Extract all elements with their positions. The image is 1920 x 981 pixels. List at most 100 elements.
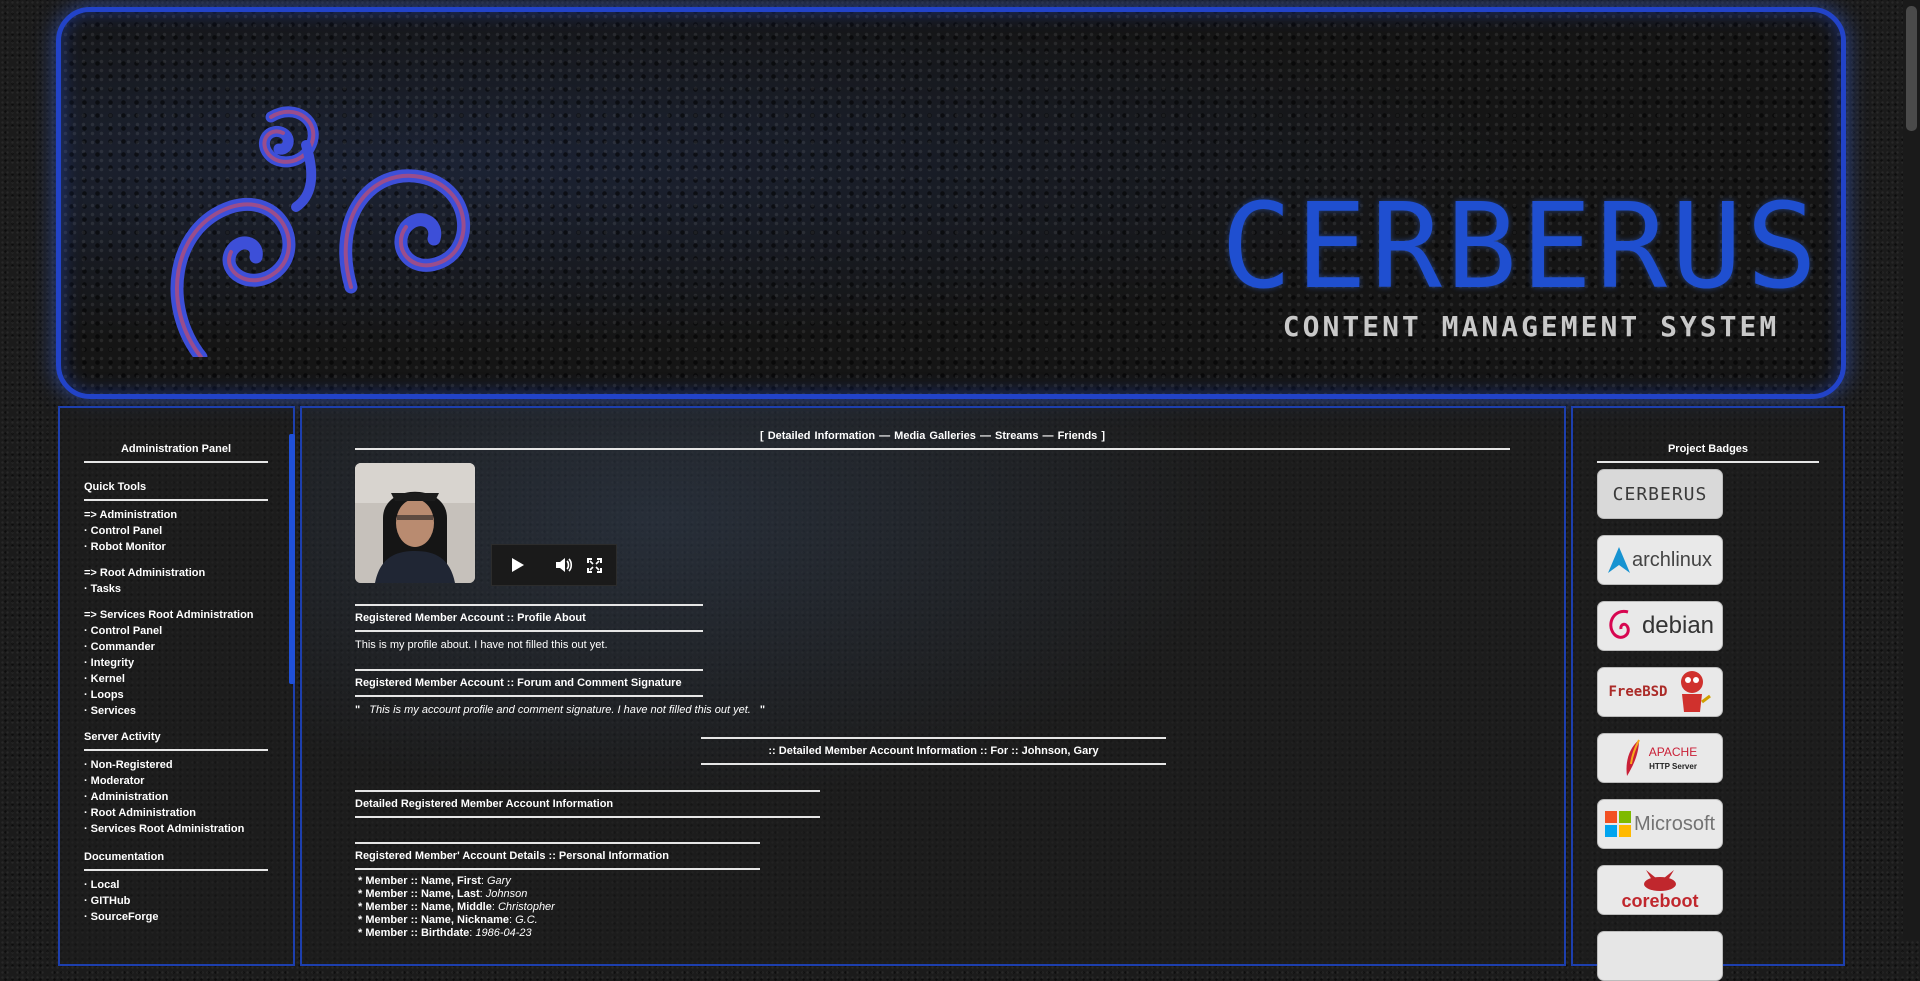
documentation-links: · Local · GITHub · SourceForge — [84, 877, 159, 925]
play-icon[interactable] — [506, 545, 530, 585]
link-label: Commander — [90, 641, 155, 653]
link-label: Robot Monitor — [90, 541, 166, 553]
services-link[interactable]: · Services — [84, 703, 254, 719]
divider — [355, 604, 703, 606]
divider — [1597, 461, 1819, 463]
link-label: Non-Registered — [90, 759, 173, 771]
field-value: Christopher — [497, 901, 555, 913]
documentation-heading: Documentation — [84, 851, 165, 863]
integrity-link[interactable]: · Integrity — [84, 655, 254, 671]
badge-label: debian — [1641, 612, 1715, 639]
admin-control-panel-link[interactable]: · Control Panel — [84, 523, 177, 539]
badge-label: CERBERUS — [1612, 483, 1708, 505]
member-profile-panel: [ Detailed Information — Media Galleries… — [300, 406, 1566, 966]
divider — [701, 763, 1166, 765]
root-administration-activity-link[interactable]: · Root Administration — [84, 805, 244, 821]
github-link[interactable]: · GITHub — [84, 893, 159, 909]
services-root-administration-links: => Services Root Administration · Control… — [84, 607, 254, 719]
detailed-account-title: Detailed Registered Member Account Infor… — [355, 798, 614, 810]
badge-sublabel: HTTP Server — [1649, 762, 1697, 771]
field-label: * Member :: Name, Last — [358, 888, 480, 900]
tasks-link[interactable]: · Tasks — [84, 581, 205, 597]
page-scrollbar-thumb[interactable] — [1906, 6, 1917, 131]
separator: — — [879, 430, 891, 442]
administration-link[interactable]: => Administration — [84, 507, 177, 523]
tab-streams[interactable]: Streams — [995, 430, 1038, 442]
loops-link[interactable]: · Loops — [84, 687, 254, 703]
project-badges-panel: Project Badges CERBERUS archlinux debian… — [1571, 406, 1845, 981]
badge-label: coreboot — [1621, 891, 1699, 911]
banner-subtitle: CONTENT MANAGEMENT SYSTEM — [1282, 310, 1780, 343]
divider — [355, 448, 1510, 450]
left-panel-scrollbar[interactable] — [289, 434, 295, 684]
divider — [84, 461, 268, 463]
divider — [355, 695, 703, 697]
volume-icon[interactable] — [552, 545, 576, 585]
next-badge[interactable] — [1597, 931, 1723, 981]
services-control-panel-link[interactable]: · Control Panel — [84, 623, 254, 639]
detail-header: :: Detailed Member Account Information :… — [768, 745, 1099, 757]
personal-field: * Member :: Name, Middle: Christopher — [358, 901, 555, 913]
divider — [355, 842, 760, 844]
avatar[interactable] — [355, 463, 475, 583]
sourceforge-link[interactable]: · SourceForge — [84, 909, 159, 925]
personal-info-title: Registered Member' Account Details :: Pe… — [355, 850, 669, 862]
divider — [355, 868, 760, 870]
link-label: Control Panel — [90, 625, 163, 637]
banner-title: CERBERUS — [1220, 177, 1822, 315]
field-label: * Member :: Name, Nickname — [358, 914, 509, 926]
root-administration-link[interactable]: => Root Administration — [84, 565, 205, 581]
badge-label: FreeBSD — [1608, 684, 1668, 700]
services-root-administration-activity-link[interactable]: · Services Root Administration — [84, 821, 244, 837]
administration-links: => Administration · Control Panel · Robot … — [84, 507, 177, 555]
separator: — — [1042, 430, 1054, 442]
field-value: Gary — [487, 875, 511, 887]
administration-panel-title: Administration Panel — [120, 443, 232, 455]
administration-activity-link[interactable]: · Administration — [84, 789, 244, 805]
freebsd-badge[interactable]: FreeBSD — [1597, 667, 1723, 717]
microsoft-badge[interactable]: Microsoft — [1597, 799, 1723, 849]
local-docs-link[interactable]: · Local — [84, 877, 159, 893]
badge-label: Microsoft — [1633, 812, 1716, 835]
coreboot-badge[interactable]: coreboot — [1597, 865, 1723, 915]
field-value: 1986-04-23 — [475, 927, 532, 939]
moderator-link[interactable]: · Moderator — [84, 773, 244, 789]
archlinux-badge[interactable]: archlinux — [1597, 535, 1723, 585]
personal-field: * Member :: Birthdate: 1986-04-23 — [358, 927, 532, 939]
cerberus-badge[interactable]: CERBERUS — [1597, 469, 1723, 519]
commander-link[interactable]: · Commander — [84, 639, 254, 655]
bracket: ] — [1101, 430, 1106, 442]
signature-text: This is my account profile and comment s… — [369, 704, 751, 716]
server-activity-heading: Server Activity — [84, 731, 161, 743]
project-badges-title: Project Badges — [1667, 443, 1749, 455]
services-root-administration-link[interactable]: => Services Root Administration — [84, 607, 254, 623]
divider — [84, 869, 268, 871]
apache-feather-icon — [1626, 739, 1640, 776]
administration-panel: Administration Panel Quick Tools => Admi… — [58, 406, 295, 966]
personal-field: * Member :: Name, First: Gary — [358, 875, 511, 887]
link-label: Administration — [90, 791, 169, 803]
kernel-link[interactable]: · Kernel — [84, 671, 254, 687]
quick-tools-heading: Quick Tools — [84, 481, 147, 493]
debian-badge[interactable]: debian — [1597, 601, 1723, 651]
page-scrollbar[interactable] — [1903, 0, 1920, 940]
divider — [355, 669, 703, 671]
link-label: Services — [90, 705, 136, 717]
robot-monitor-link[interactable]: · Robot Monitor — [84, 539, 177, 555]
link-label: Local — [90, 879, 120, 891]
fullscreen-icon[interactable] — [582, 545, 606, 585]
tab-friends[interactable]: Friends — [1058, 430, 1098, 442]
debian-swirl-icon — [1609, 609, 1630, 639]
member-photo-icon — [355, 463, 475, 583]
freebsd-daemon-icon — [1680, 671, 1711, 712]
apache-badge[interactable]: APACHE HTTP Server — [1597, 733, 1723, 783]
link-label: Control Panel — [90, 525, 163, 537]
signature-block: " This is my account profile and comment… — [355, 704, 765, 716]
divider — [84, 499, 268, 501]
tab-detailed-information[interactable]: Detailed Information — [768, 430, 875, 442]
coreboot-rabbit-icon — [1644, 870, 1676, 891]
tab-media-galleries[interactable]: Media Galleries — [894, 430, 976, 442]
non-registered-link[interactable]: · Non-Registered — [84, 757, 244, 773]
field-value: Johnson — [485, 888, 528, 900]
personal-field: * Member :: Name, Nickname: G.C. — [358, 914, 538, 926]
